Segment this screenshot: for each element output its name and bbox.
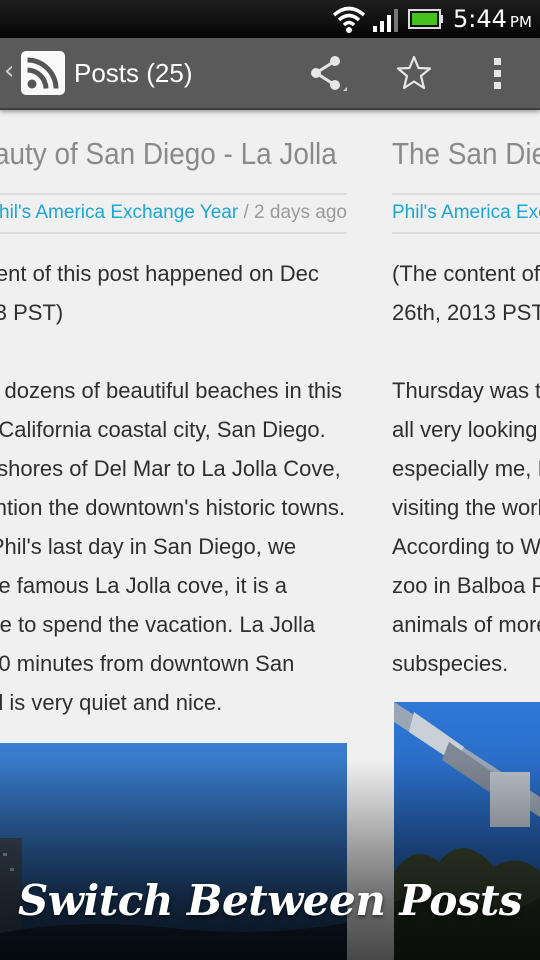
screen-title: Posts (25) bbox=[74, 58, 193, 88]
wifi-icon bbox=[332, 6, 366, 33]
overflow-menu-icon[interactable] bbox=[478, 53, 518, 93]
body-line: is about 20 minutes from downtown San bbox=[0, 651, 295, 676]
post-photo-la-jolla[interactable] bbox=[0, 743, 347, 960]
body-line: not to mention the downtown's historic t… bbox=[0, 495, 345, 520]
body-line: subspecies. bbox=[392, 651, 509, 676]
body-line: great place to spend the vacation. La Jo… bbox=[0, 612, 316, 637]
battery-icon bbox=[408, 9, 443, 29]
body-line: 26th, 2013 PST) bbox=[392, 300, 540, 325]
body-line: According to Wikipedia, the bbox=[392, 534, 540, 559]
star-icon[interactable] bbox=[394, 53, 434, 93]
body-line: went to the famous La Jolla cove, it is … bbox=[0, 573, 287, 598]
meta-separator: / bbox=[243, 202, 249, 223]
body-line: There are dozens of beautiful beaches in… bbox=[0, 378, 343, 403]
post-title[interactable]: Beauty of San Diego - La Jolla bbox=[0, 136, 337, 172]
post-body: (The content of this post happened on De… bbox=[0, 254, 345, 722]
post-title[interactable]: The San Diego Zoo bbox=[392, 136, 540, 172]
body-line: all very looking forward to it, bbox=[392, 417, 540, 442]
post-meta: Phil's America Exchange Year bbox=[392, 202, 540, 224]
divider bbox=[0, 193, 347, 195]
body-line: Today is Phil's last day in San Diego, w… bbox=[0, 534, 297, 559]
divider bbox=[392, 193, 540, 195]
body-line: From the shores of Del Mar to La Jolla C… bbox=[0, 456, 341, 481]
body-line: (The content of this post happened on De… bbox=[0, 261, 319, 286]
divider bbox=[0, 232, 347, 234]
blog-link[interactable]: Phil's America Exchange Year bbox=[0, 202, 238, 223]
swipe-hint-caption: Switch Between Posts bbox=[17, 876, 523, 925]
body-line: 26th, 2013 PST) bbox=[0, 300, 64, 325]
post-meta: Phil's America Exchange Year / 2 days ag… bbox=[0, 202, 347, 224]
body-line: especially me, I have dreamed of bbox=[392, 456, 540, 481]
post-card-1[interactable]: Beauty of San Diego - La Jolla Phil's Am… bbox=[0, 110, 347, 960]
body-line: Southern California coastal city, San Di… bbox=[0, 417, 326, 442]
up-chevron-icon[interactable]: ‹ bbox=[4, 56, 14, 86]
body-line: zoo in Balboa Park houses over 3,700 bbox=[392, 573, 540, 598]
status-bar: 5:44 PM bbox=[0, 0, 540, 38]
post-body: (The content of this post happened on De… bbox=[392, 254, 540, 683]
blog-link[interactable]: Phil's America Exchange Year bbox=[392, 202, 540, 223]
body-line: (The content of this post happened on De… bbox=[392, 261, 540, 286]
body-line: visiting the world famous zoo. bbox=[392, 495, 540, 520]
clock: 5:44 PM bbox=[453, 5, 532, 33]
action-bar: ‹ Posts (25) bbox=[0, 38, 540, 110]
divider bbox=[392, 232, 540, 234]
body-line: Diego and is very quiet and nice. bbox=[0, 690, 223, 715]
post-age: 2 days ago bbox=[254, 202, 347, 223]
rss-app-icon[interactable] bbox=[21, 51, 65, 95]
body-line: animals of more than 650 species and bbox=[392, 612, 540, 637]
share-icon[interactable] bbox=[307, 53, 347, 93]
body-line: Thursday was the big zoo day, we were bbox=[392, 378, 540, 403]
post-card-2[interactable]: The San Diego Zoo Phil's America Exchang… bbox=[392, 110, 540, 960]
signal-icon bbox=[373, 9, 398, 32]
rss-icon bbox=[27, 57, 59, 89]
